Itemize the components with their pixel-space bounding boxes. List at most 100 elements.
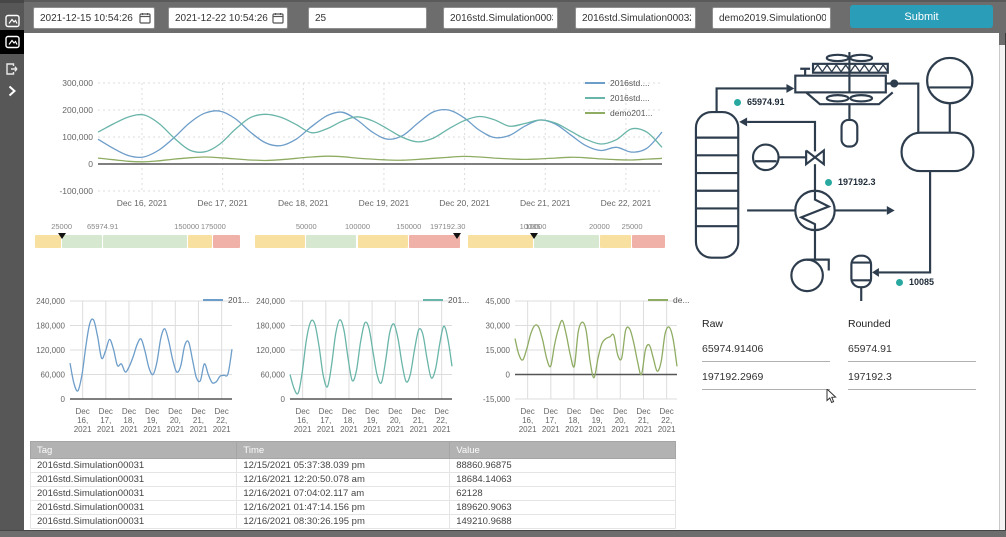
- svg-text:Dec18,2021: Dec18,2021: [565, 407, 583, 434]
- start-datetime-input[interactable]: [33, 7, 155, 29]
- sensor-dot: [896, 279, 903, 286]
- gauge-segment: [306, 235, 356, 248]
- legend-item[interactable]: de...: [648, 294, 690, 305]
- distillation-column: [696, 112, 738, 258]
- legend-item[interactable]: 201...: [203, 294, 249, 305]
- calendar-icon[interactable]: [139, 12, 151, 24]
- svg-text:0: 0: [506, 371, 511, 380]
- column-header-value[interactable]: Value: [450, 442, 676, 459]
- tag1-field: [443, 7, 558, 29]
- svg-text:Dec21,2021: Dec21,2021: [635, 407, 653, 434]
- vertical-scrollbar[interactable]: [999, 45, 1005, 530]
- calendar-icon[interactable]: [272, 12, 284, 24]
- column-header-tag[interactable]: Tag: [31, 442, 237, 459]
- main-trend-chart: Dec 16, 2021Dec 17, 2021Dec 18, 2021Dec …: [32, 61, 672, 244]
- legend-label: 2016std....: [610, 78, 650, 88]
- svg-text:Dec19,2021: Dec19,2021: [588, 407, 606, 434]
- sensor-dot: [734, 99, 741, 106]
- sensor-reading-2: 197192.3: [825, 177, 876, 187]
- table-row[interactable]: 2016std.Simulation0003112/16/2021 12:20:…: [31, 473, 676, 487]
- gauge-value-marker: [453, 233, 461, 239]
- raw-value-2[interactable]: 197192.2969: [702, 371, 830, 390]
- legend-label: de...: [673, 295, 690, 305]
- svg-text:Dec 21, 2021: Dec 21, 2021: [520, 198, 571, 208]
- table-cell: 12/16/2021 01:47:14.156 pm: [237, 501, 450, 515]
- screenshot-icon-active[interactable]: [0, 30, 24, 54]
- chart-canvas: Dec 16, 2021Dec 17, 2021Dec 18, 2021Dec …: [32, 61, 672, 239]
- table-row[interactable]: 2016std.Simulation0003112/16/2021 07:04:…: [31, 487, 676, 501]
- sample-count-input[interactable]: [308, 7, 427, 29]
- svg-text:0: 0: [88, 159, 93, 169]
- legend-label: demo201...: [610, 108, 653, 118]
- svg-text:Dec21,2021: Dec21,2021: [410, 407, 428, 434]
- svg-text:Dec21,2021: Dec21,2021: [190, 407, 208, 434]
- rounded-value-1[interactable]: 65974.91: [848, 343, 976, 362]
- table-cell: 88860.96875: [450, 459, 676, 473]
- expand-icon[interactable]: [0, 79, 24, 103]
- svg-text:Dec17,2021: Dec17,2021: [97, 407, 115, 434]
- tag2-input[interactable]: [575, 7, 696, 29]
- svg-text:60,000: 60,000: [261, 371, 286, 380]
- logout-icon[interactable]: [0, 57, 24, 81]
- svg-text:300,000: 300,000: [62, 78, 93, 88]
- raw-value-1[interactable]: 65974.91406: [702, 343, 830, 362]
- start-datetime-field: [33, 7, 155, 29]
- gauge-bar: [255, 235, 460, 248]
- gauge-tick-label: 65974.91: [87, 222, 118, 231]
- small-chart-3-legend: de...: [648, 294, 690, 305]
- legend-item[interactable]: 2016std....: [585, 92, 653, 103]
- chart-canvas: Dec16,2021Dec17,2021Dec18,2021Dec19,2021…: [475, 291, 685, 441]
- legend-item[interactable]: 2016std....: [585, 77, 653, 88]
- table-row[interactable]: 2016std.Simulation0003112/16/2021 01:47:…: [31, 501, 676, 515]
- table-cell: 189620.9063: [450, 501, 676, 515]
- process-diagram-panel: 65974.91 197192.3 10085 Raw Rounded 6597…: [690, 45, 999, 525]
- gauge-segment: [600, 235, 632, 248]
- arrowhead: [786, 84, 794, 93]
- svg-text:240,000: 240,000: [36, 297, 65, 306]
- small-trend-chart-2: Dec16,2021Dec17,2021Dec18,2021Dec19,2021…: [250, 291, 460, 446]
- svg-text:45,000: 45,000: [486, 297, 511, 306]
- column-header-time[interactable]: Time: [237, 442, 450, 459]
- small-trend-chart-1: Dec16,2021Dec17,2021Dec18,2021Dec19,2021…: [30, 291, 240, 446]
- tag-data-table: Tag Time Value 2016std.Simulation0003112…: [30, 441, 676, 529]
- sensor-value: 197192.3: [838, 177, 876, 187]
- gauge-tick-label: 197192.30: [430, 222, 465, 231]
- svg-text:Dec20,2021: Dec20,2021: [386, 407, 404, 434]
- gauge-tick-label: 150000: [396, 222, 421, 231]
- legend-label: 2016std....: [610, 93, 650, 103]
- svg-text:100,000: 100,000: [62, 132, 93, 142]
- main-chart-legend: 2016std.... 2016std.... demo201...: [585, 77, 653, 118]
- table-cell: 12/16/2021 12:20:50.078 am: [237, 473, 450, 487]
- pipe-drum-to-pot: [879, 171, 930, 272]
- svg-text:180,000: 180,000: [36, 322, 65, 331]
- svg-text:0: 0: [61, 395, 66, 404]
- gauge-segment: [632, 235, 665, 248]
- svg-text:120,000: 120,000: [256, 346, 285, 355]
- submit-button[interactable]: Submit: [850, 5, 993, 28]
- gauge-tick-label: 175000: [201, 222, 226, 231]
- legend-item[interactable]: 201...: [423, 294, 469, 305]
- gauge-segment: [358, 235, 408, 248]
- svg-text:Dec16,2021: Dec16,2021: [294, 407, 312, 434]
- gauge-segment: [534, 235, 599, 248]
- sensor-value: 10085: [909, 277, 934, 287]
- tag3-input[interactable]: [712, 7, 831, 29]
- table-cell: 2016std.Simulation00031: [31, 515, 237, 529]
- end-datetime-input[interactable]: [168, 7, 288, 29]
- table-row[interactable]: 2016std.Simulation0003112/16/2021 08:30:…: [31, 515, 676, 529]
- tag1-input[interactable]: [443, 7, 558, 29]
- arrowhead: [887, 206, 895, 215]
- air-cooler: [795, 52, 897, 146]
- small-trend-chart-3: Dec16,2021Dec17,2021Dec18,2021Dec19,2021…: [475, 291, 685, 446]
- table-header-row: Tag Time Value: [31, 442, 676, 459]
- legend-item[interactable]: demo201...: [585, 107, 653, 118]
- rounded-value-2[interactable]: 197192.3: [848, 371, 976, 390]
- tag2-field: [575, 7, 696, 29]
- table-row[interactable]: 2016std.Simulation0003112/15/2021 05:37:…: [31, 459, 676, 473]
- table-cell: 2016std.Simulation00031: [31, 487, 237, 501]
- sensor-reading-1: 65974.91: [734, 97, 785, 107]
- svg-text:Dec19,2021: Dec19,2021: [363, 407, 381, 434]
- svg-text:30,000: 30,000: [486, 322, 511, 331]
- gauge-bar: [468, 235, 665, 248]
- svg-text:Dec 16, 2021: Dec 16, 2021: [117, 198, 168, 208]
